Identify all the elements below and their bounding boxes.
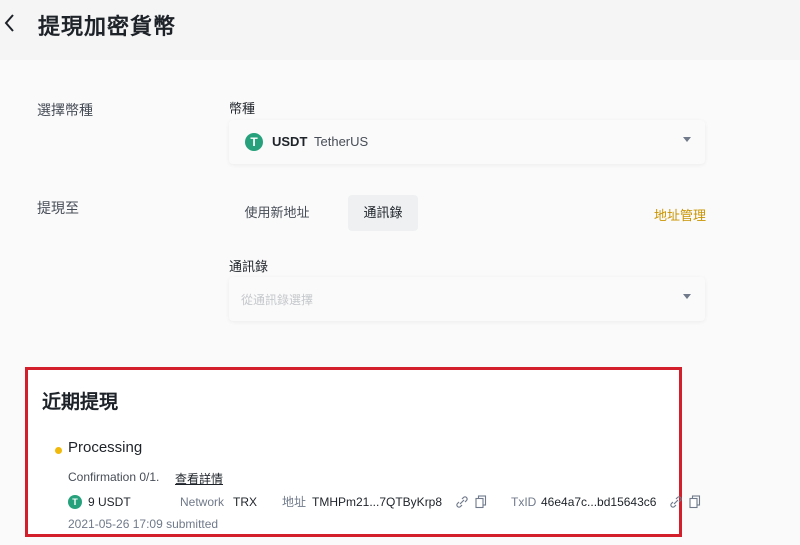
recent-withdrawals-panel: 近期提現 Processing Confirmation 0/1. 查看詳情 T… <box>25 367 701 537</box>
txid-link-button[interactable] <box>670 493 682 508</box>
page-header: 提現加密貨幣 <box>0 0 800 60</box>
submitted-timestamp: 2021-05-26 17:09 submitted <box>68 517 219 531</box>
txid-label: TxID <box>511 495 537 509</box>
withdraw-form: 選擇幣種 幣種 T USDT TetherUS 提現至 使用新地址 通訊錄 地址… <box>0 60 800 545</box>
address-manage-link[interactable]: 地址管理 <box>654 205 706 224</box>
address-copy-button[interactable] <box>475 493 487 509</box>
recent-withdrawals-title: 近期提現 <box>42 392 119 413</box>
address-label: 地址 <box>282 495 307 509</box>
caret-down-icon <box>683 137 691 142</box>
coin-select[interactable]: T USDT TetherUS <box>229 120 705 164</box>
address-value: TMHPm21...7QTByKrp8 <box>312 495 443 509</box>
address-book-select[interactable]: 從通訊錄選擇 <box>229 277 705 321</box>
page-title: 提現加密貨幣 <box>38 14 177 39</box>
confirmation-text: Confirmation 0/1. <box>68 470 160 484</box>
withdraw-to-label: 提現至 <box>37 200 79 216</box>
address-link-button[interactable] <box>456 493 468 508</box>
address-book-placeholder: 從通訊錄選擇 <box>241 293 314 307</box>
caret-down-icon <box>683 294 691 299</box>
usdt-logo-icon: T <box>245 133 263 151</box>
coin-name: TetherUS <box>314 134 369 149</box>
back-button[interactable] <box>0 9 22 37</box>
tx-amount: 9 USDT <box>88 495 131 509</box>
tab-new-address[interactable]: 使用新地址 <box>229 195 325 231</box>
network-value: TRX <box>233 495 257 509</box>
address-book-field-label: 通訊錄 <box>229 259 269 274</box>
status-text: Processing <box>68 439 143 456</box>
select-coin-label: 選擇幣種 <box>37 102 93 118</box>
tab-address-book[interactable]: 通訊錄 <box>348 195 418 231</box>
transaction-row: T 9 USDT Network TRX 地址 TMHPm21...7QTByK… <box>68 493 701 511</box>
link-icon <box>456 496 468 508</box>
txid-copy-button[interactable] <box>689 493 701 509</box>
status-dot-icon <box>55 447 62 454</box>
network-label: Network <box>180 495 225 509</box>
coin-field-label: 幣種 <box>229 101 256 116</box>
link-icon <box>670 496 682 508</box>
coin-symbol: USDT <box>272 134 308 149</box>
txid-value: 46e4a7c...bd15643c6 <box>541 495 657 509</box>
copy-icon <box>689 495 701 509</box>
view-details-link[interactable]: 查看詳情 <box>175 470 223 487</box>
chevron-left-icon <box>4 14 14 32</box>
usdt-logo-icon: T <box>68 495 82 509</box>
copy-icon <box>475 495 487 509</box>
